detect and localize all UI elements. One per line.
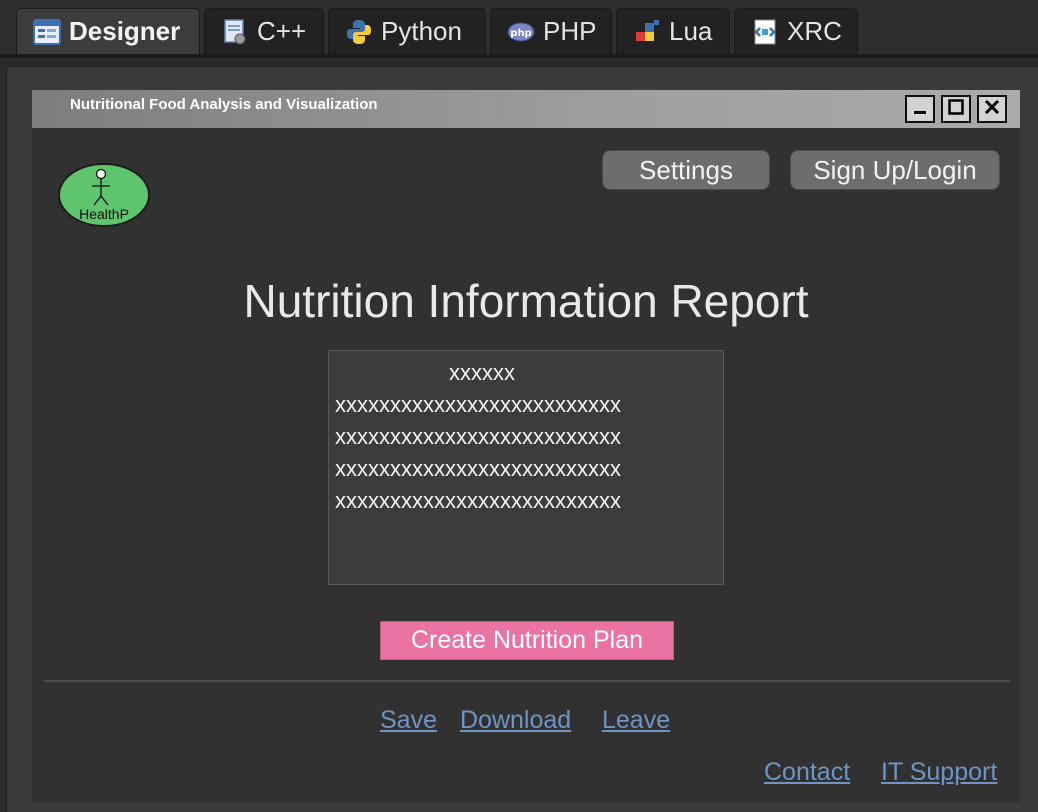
tab-xrc-label: XRC: [787, 16, 842, 46]
report-line: xxxxxxxxxxxxxxxxxxxxxxxxxx: [335, 392, 621, 417]
minimize-button[interactable]: [905, 95, 935, 123]
tab-python-label: Python: [381, 16, 462, 46]
tab-php[interactable]: php PHP: [490, 8, 612, 54]
tab-php-label: PHP: [543, 16, 597, 46]
minimize-icon: [911, 98, 929, 121]
settings-button[interactable]: Settings: [602, 150, 770, 190]
create-nutrition-plan-button[interactable]: Create Nutrition Plan: [380, 621, 674, 660]
download-link[interactable]: Download: [460, 706, 571, 735]
svg-text:php: php: [510, 28, 531, 39]
report-line: xxxxxxxxxxxxxxxxxxxxxxxxxx: [335, 456, 621, 481]
lua-icon: [633, 18, 661, 46]
close-icon: [983, 98, 1001, 121]
close-button[interactable]: [977, 95, 1007, 123]
tab-cpp-label: C++: [257, 16, 307, 46]
report-header-line: xxxxxx: [449, 360, 515, 385]
tab-lua-label: Lua: [669, 16, 713, 46]
designer-form-icon: [33, 18, 61, 46]
python-icon: [345, 18, 373, 46]
frame-titlebar[interactable]: Nutritional Food Analysis and Visualizat…: [32, 90, 1020, 128]
designed-frame[interactable]: Nutritional Food Analysis and Visualizat…: [32, 90, 1020, 802]
cpp-file-icon: [221, 18, 249, 46]
report-line: xxxxxxxxxxxxxxxxxxxxxxxxxx: [335, 424, 621, 449]
contact-link[interactable]: Contact: [764, 758, 850, 787]
tab-lua[interactable]: Lua: [616, 8, 730, 54]
it-support-link[interactable]: IT Support: [881, 758, 997, 787]
tab-cpp[interactable]: C++: [204, 8, 324, 54]
editor-tab-bar: Designer C++ Python php PHP Lua XRC: [0, 0, 1038, 58]
xrc-icon: [751, 18, 779, 46]
save-link[interactable]: Save: [380, 706, 437, 735]
frame-title: Nutritional Food Analysis and Visualizat…: [70, 96, 378, 113]
tab-designer[interactable]: Designer: [16, 8, 200, 54]
healthp-logo: HealthP: [57, 162, 151, 228]
leave-link[interactable]: Leave: [602, 706, 670, 735]
signup-login-button[interactable]: Sign Up/Login: [790, 150, 1000, 190]
tab-python[interactable]: Python: [328, 8, 486, 54]
tab-designer-label: Designer: [69, 16, 181, 46]
maximize-button[interactable]: [941, 95, 971, 123]
report-text-area[interactable]: xxxxxx xxxxxxxxxxxxxxxxxxxxxxxxxx xxxxxx…: [328, 350, 724, 585]
report-line: xxxxxxxxxxxxxxxxxxxxxxxxxx: [335, 488, 621, 513]
page-title: Nutrition Information Report: [243, 275, 809, 327]
footer-divider: [44, 680, 1010, 682]
maximize-icon: [947, 98, 965, 121]
logo-text: HealthP: [79, 206, 129, 222]
tab-bar-divider: [0, 54, 1038, 58]
php-icon: php: [507, 18, 535, 46]
tab-xrc[interactable]: XRC: [734, 8, 858, 54]
